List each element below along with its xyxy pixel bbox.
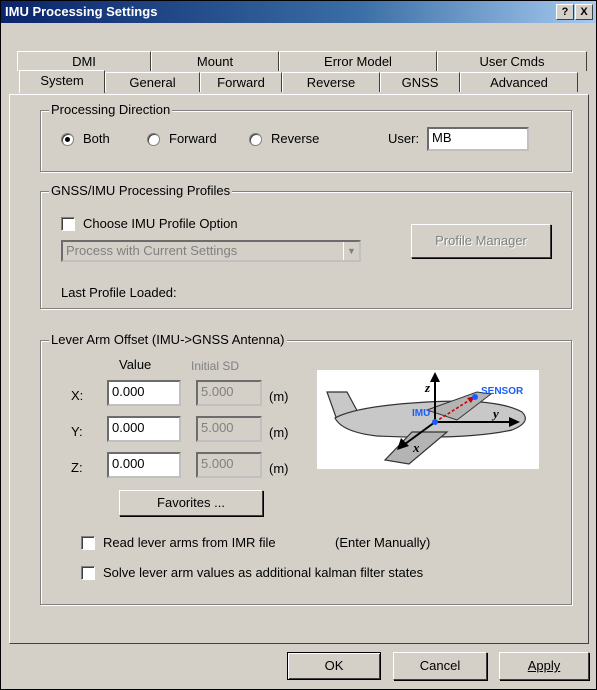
tab-forward[interactable]: Forward [200,72,282,92]
sensor-point [472,394,478,400]
favorites-button[interactable]: Favorites ... [119,490,263,516]
solve-lever-arm-checkbox[interactable] [81,566,95,580]
tab-system[interactable]: System [19,70,105,93]
solve-lever-arm-label: Solve lever arm values as additional kal… [103,565,424,580]
tab-error-model[interactable]: Error Model [279,51,437,71]
z-value-input[interactable]: 0.000 [107,452,181,478]
initial-sd-header: Initial SD [191,359,240,373]
z-unit: (m) [269,461,289,476]
apply-button[interactable]: Apply [499,652,589,680]
lever-arm-group: Lever Arm Offset (IMU->GNSS Antenna) Val… [40,332,572,605]
processing-direction-title: Processing Direction [49,102,173,117]
radio-forward[interactable] [147,133,160,146]
close-button[interactable]: X [575,4,593,20]
tab-user-cmds[interactable]: User Cmds [437,51,587,71]
tab-reverse[interactable]: Reverse [282,72,380,92]
read-imr-checkbox[interactable] [81,536,95,550]
tab-row-front: System General Forward Reverse GNSS Adva… [9,70,589,93]
user-label: User: [388,131,420,146]
tab-gnss[interactable]: GNSS [380,72,460,92]
choose-profile-checkbox[interactable] [61,217,75,231]
y-value-input[interactable]: 0.000 [107,416,181,442]
help-button[interactable]: ? [556,4,574,20]
radio-forward-label: Forward [169,131,217,146]
window-title: IMU Processing Settings [5,4,158,19]
y-label: Y: [71,424,83,439]
chevron-down-icon: ▼ [343,242,359,260]
profiles-group: GNSS/IMU Processing Profiles Choose IMU … [40,183,572,309]
imu-label: IMU [412,408,430,419]
y-axis-label: y [491,406,499,421]
tab-advanced[interactable]: Advanced [460,72,578,92]
profile-manager-button[interactable]: Profile Manager [411,224,551,258]
lever-arm-title: Lever Arm Offset (IMU->GNSS Antenna) [49,332,287,347]
sensor-label: SENSOR [481,386,524,397]
tab-mount[interactable]: Mount [151,51,279,71]
value-header: Value [119,357,152,372]
x-unit: (m) [269,389,289,404]
lever-arm-diagram: z x y SENSOR IMU [317,370,539,469]
y-sd-input: 5.000 [196,416,262,442]
tab-row-back: DMI Mount Error Model User Cmds [17,51,587,71]
tab-general[interactable]: General [105,72,200,92]
dialog-window: IMU Processing Settings ? X DMI Mount Er… [0,0,597,690]
profile-select-value: Process with Current Settings [66,243,238,258]
last-profile-loaded: Last Profile Loaded: [61,285,177,300]
z-sd-input: 5.000 [196,452,262,478]
processing-direction-group: Processing Direction Both Forward Revers… [40,102,572,172]
ok-button[interactable]: OK [287,652,381,680]
radio-reverse-label: Reverse [271,131,320,146]
z-axis-label: z [424,380,431,395]
cancel-button[interactable]: Cancel [393,652,487,680]
title-bar: IMU Processing Settings ? X [1,1,596,23]
user-input[interactable]: MB [427,127,529,151]
radio-both-label: Both [83,131,110,146]
z-label: Z: [71,460,83,475]
profile-select[interactable]: Process with Current Settings ▼ [61,240,361,262]
enter-manually-label: (Enter Manually) [335,535,431,550]
x-axis-label: x [412,440,420,455]
radio-both[interactable] [61,133,74,146]
airplane-diagram: z x y SENSOR IMU [326,372,526,465]
y-unit: (m) [269,425,289,440]
profiles-title: GNSS/IMU Processing Profiles [49,183,233,198]
x-value-input[interactable]: 0.000 [107,380,181,406]
radio-reverse[interactable] [249,133,262,146]
choose-profile-label: Choose IMU Profile Option [83,216,238,231]
tab-dmi[interactable]: DMI [17,51,151,71]
read-imr-label: Read lever arms from IMR file [103,535,276,550]
z-axis-arrowhead [430,372,440,382]
tab-panel-system: Processing Direction Both Forward Revers… [9,94,589,644]
imu-point [432,419,438,425]
x-sd-input: 5.000 [196,380,262,406]
x-label: X: [71,388,84,403]
